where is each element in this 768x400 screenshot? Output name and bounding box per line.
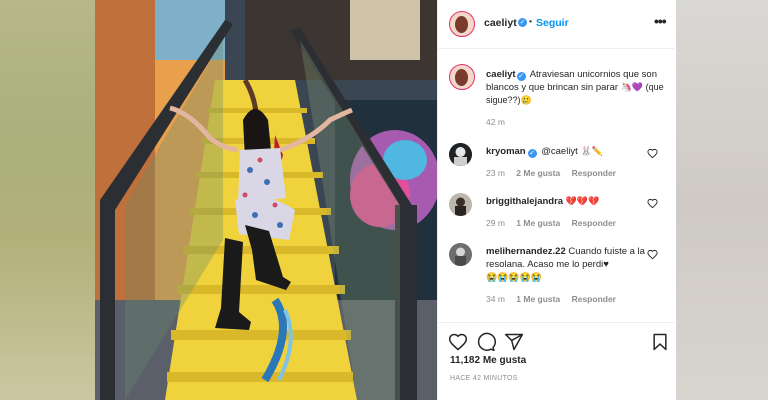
caption-time[interactable]: 42 m — [486, 117, 505, 127]
comment-body: @caeliyt — [541, 146, 578, 157]
bookmark-icon[interactable] — [650, 332, 670, 352]
comment-emojis: 😭😭😭😭😭 — [486, 272, 543, 282]
like-count[interactable]: 11,182 Me gusta — [450, 355, 526, 366]
caption-avatar[interactable] — [449, 64, 475, 90]
comment-meta: 29 m 1 Me gusta Responder — [486, 218, 625, 228]
comment-time[interactable]: 29 m — [486, 218, 505, 228]
comment-text: briggithalejandra 💔💔💔 — [486, 195, 656, 208]
caption-text: caeliyt ✓ Atraviesan unicornios que son b… — [486, 68, 669, 107]
reply-button[interactable]: Responder — [572, 294, 616, 304]
post-header: caeliyt ✓ • Seguir ••• — [438, 0, 677, 49]
comment-username[interactable]: briggithalejandra — [486, 196, 563, 207]
post-panel: caeliyt ✓ • Seguir ••• caeliyt ✓ Atravies… — [437, 0, 677, 400]
comment-avatar[interactable] — [449, 243, 472, 266]
comment-username[interactable]: kryoman — [486, 146, 526, 157]
comment-emojis: 💔💔💔 — [565, 196, 600, 206]
verified-icon: ✓ — [527, 149, 537, 158]
author-username[interactable]: caeliyt — [484, 17, 517, 29]
comment-avatar[interactable] — [449, 193, 472, 216]
post-actions: 11,182 Me gusta HACE 42 MINUTOS — [438, 322, 677, 400]
reply-button[interactable]: Responder — [572, 168, 616, 178]
heart-icon[interactable] — [647, 198, 659, 210]
comment-time[interactable]: 34 m — [486, 294, 505, 304]
post-timestamp[interactable]: HACE 42 MINUTOS — [450, 375, 518, 382]
reply-button[interactable]: Responder — [572, 218, 616, 228]
comment-emojis: 🐰✏️ — [580, 146, 603, 156]
comment-text: melihernandez.22 Cuando fuiste a la reso… — [486, 245, 656, 284]
avatar-image — [449, 193, 472, 216]
avatar-image — [449, 243, 472, 266]
comment-time[interactable]: 23 m — [486, 168, 505, 178]
comment-likes[interactable]: 2 Me gusta — [516, 168, 560, 178]
follow-button[interactable]: Seguir — [536, 17, 569, 29]
avatar-image — [449, 143, 472, 166]
comment-icon[interactable] — [476, 332, 496, 352]
separator-dot: • — [529, 16, 532, 26]
comment-meta: 34 m 1 Me gusta Responder — [486, 294, 625, 304]
heart-icon[interactable] — [647, 249, 659, 261]
heart-icon[interactable] — [647, 148, 659, 160]
heart-icon[interactable] — [448, 332, 468, 352]
post-photo[interactable] — [95, 0, 437, 400]
comment-likes[interactable]: 1 Me gusta — [516, 218, 560, 228]
caption-username[interactable]: caeliyt — [486, 69, 516, 80]
verified-icon: ✓ — [516, 72, 526, 81]
comment-text: kryoman ✓ @caeliyt 🐰✏️ — [486, 145, 656, 158]
author-avatar[interactable] — [449, 11, 475, 37]
comment-username[interactable]: melihernandez.22 — [486, 246, 566, 257]
post-image — [95, 0, 437, 400]
blurred-backdrop-left — [0, 0, 95, 400]
share-icon[interactable] — [504, 332, 524, 352]
verified-icon: ✓ — [518, 18, 527, 27]
comment-likes[interactable]: 1 Me gusta — [516, 294, 560, 304]
comment-meta: 23 m 2 Me gusta Responder — [486, 168, 625, 178]
blurred-backdrop-right — [676, 0, 768, 400]
comment-avatar[interactable] — [449, 143, 472, 166]
more-icon[interactable]: ••• — [654, 13, 667, 29]
